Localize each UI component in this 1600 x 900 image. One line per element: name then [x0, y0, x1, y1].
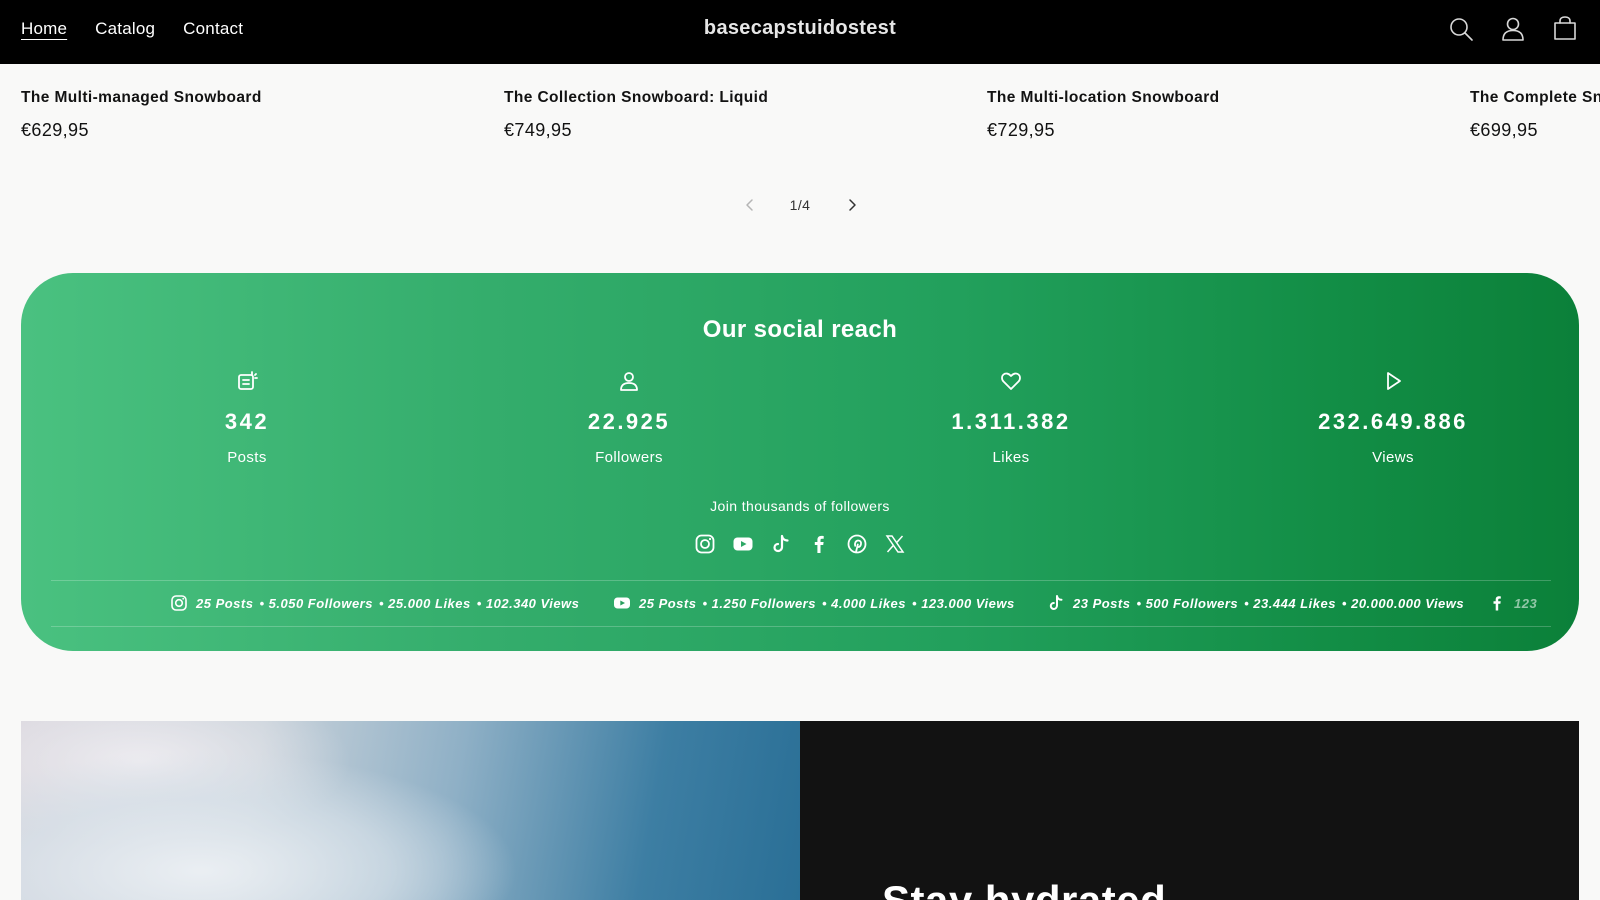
product-title[interactable]: The Multi-location Snowboard: [987, 89, 1220, 107]
stat-value: 342: [224, 409, 270, 434]
nav-catalog-link[interactable]: Catalog: [95, 19, 155, 39]
stat-followers: 22.925 Followers: [479, 369, 779, 466]
stat-label: Views: [1372, 449, 1414, 466]
ticker-views: • 102.340 Views: [476, 595, 580, 611]
ticker-posts: 23 Posts: [1073, 595, 1131, 611]
ticker-views: • 20.000.000 Views: [1341, 595, 1465, 611]
product-carousel: The Multi-managed Snowboard €629,95 The …: [0, 64, 1600, 164]
ticker-group-instagram: 25 Posts • 5.050 Followers • 25.000 Like…: [170, 594, 585, 612]
instagram-icon[interactable]: [694, 533, 716, 555]
section-title: Our social reach: [702, 316, 898, 343]
user-icon: [617, 369, 641, 393]
cart-icon[interactable]: [1550, 14, 1580, 44]
stat-value: 232.649.886: [1318, 409, 1468, 434]
banner-headline-clip: Stay hydrated: [0, 721, 1600, 900]
header-actions: [1446, 14, 1580, 44]
chevron-left-icon[interactable]: [741, 196, 759, 214]
main-nav: Home Catalog Contact: [21, 0, 243, 58]
product-title[interactable]: The Multi-managed Snowboard: [21, 89, 262, 107]
stat-views: 232.649.886 Views: [1243, 369, 1543, 466]
stat-value: 22.925: [587, 409, 671, 434]
nav-contact-link[interactable]: Contact: [183, 19, 243, 39]
product-price: €749,95: [504, 120, 572, 140]
product-title[interactable]: The Complete Sn: [1470, 89, 1600, 107]
stat-label: Likes: [992, 449, 1030, 466]
ticker-likes: • 23.444 Likes: [1244, 595, 1336, 611]
social-stats-ticker: 25 Posts • 5.050 Followers • 25.000 Like…: [51, 580, 1551, 627]
slide-counter: 1/4: [789, 197, 811, 213]
ticker-likes: • 25.000 Likes: [378, 595, 471, 611]
product-title[interactable]: The Collection Snowboard: Liquid: [504, 89, 768, 107]
ticker-followers: • 1.250 Followers: [702, 595, 816, 611]
social-links: [21, 533, 1579, 555]
play-icon: [1381, 369, 1405, 393]
product-card[interactable]: The Complete Sn €699,95: [1470, 64, 1600, 164]
tiktok-icon: [1047, 594, 1065, 612]
youtube-icon[interactable]: [732, 533, 754, 555]
posts-icon: [235, 369, 259, 393]
account-icon[interactable]: [1498, 14, 1528, 44]
instagram-icon: [170, 594, 188, 612]
stat-likes: 1.311.382 Likes: [861, 369, 1161, 466]
product-price: €699,95: [1470, 120, 1538, 140]
carousel-pagination: 1/4: [0, 192, 1600, 218]
ticker-posts: 25 Posts: [639, 595, 697, 611]
x-icon[interactable]: [884, 533, 906, 555]
ticker-views: • 123.000 Views: [912, 595, 1015, 611]
nav-home-link[interactable]: Home: [21, 19, 67, 39]
join-text: Join thousands of followers: [710, 498, 890, 514]
pinterest-icon[interactable]: [846, 533, 868, 555]
site-header: Home Catalog Contact basecapstuidostest: [0, 0, 1600, 64]
banner-headline: Stay hydrated: [882, 877, 1166, 900]
social-reach-section: Our social reach 342 Posts 22.925 Follow…: [21, 273, 1579, 651]
ticker-followers: • 5.050 Followers: [259, 595, 373, 611]
ticker-group-tiktok: 23 Posts • 500 Followers • 23.444 Likes …: [1047, 594, 1470, 612]
ticker-posts: 123: [1514, 595, 1538, 611]
facebook-icon: [1488, 594, 1506, 612]
product-price: €729,95: [987, 120, 1055, 140]
ticker-posts: 25 Posts: [196, 595, 254, 611]
facebook-icon[interactable]: [808, 533, 830, 555]
stat-label: Posts: [227, 449, 267, 466]
youtube-icon: [613, 594, 631, 612]
ticker-likes: • 4.000 Likes: [821, 595, 907, 611]
ticker-group-youtube: 25 Posts • 1.250 Followers • 4.000 Likes…: [613, 594, 1021, 612]
stat-posts: 342 Posts: [97, 369, 397, 466]
heart-icon: [999, 369, 1023, 393]
stat-value: 1.311.382: [951, 409, 1071, 434]
ticker-followers: • 500 Followers: [1136, 595, 1239, 611]
product-price: €629,95: [21, 120, 89, 140]
search-icon[interactable]: [1446, 14, 1476, 44]
ticker-group-facebook: 123: [1488, 594, 1543, 612]
chevron-right-icon[interactable]: [843, 196, 861, 214]
stat-label: Followers: [595, 449, 663, 466]
tiktok-icon[interactable]: [770, 533, 792, 555]
